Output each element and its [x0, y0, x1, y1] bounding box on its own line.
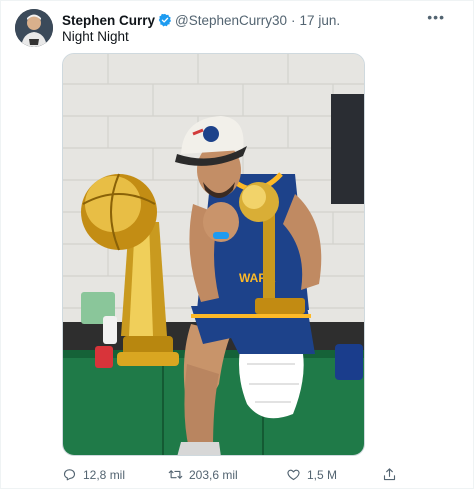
- verified-badge-icon: [158, 13, 172, 27]
- tweet-card[interactable]: Stephen Curry @StephenCurry30 · 17 jun. …: [0, 0, 474, 489]
- share-icon: [383, 468, 396, 481]
- author-name[interactable]: Stephen Curry: [62, 13, 155, 28]
- more-dots-icon[interactable]: •••: [427, 9, 445, 25]
- reply-count: 12,8 mil: [83, 467, 126, 482]
- reply-button[interactable]: 12,8 mil: [62, 467, 125, 482]
- tweet-date[interactable]: 17 jun.: [300, 13, 341, 28]
- retweet-button[interactable]: 203,6 mil: [168, 467, 238, 482]
- separator: ·: [291, 12, 296, 28]
- retweet-count: 203,6 mil: [189, 467, 238, 482]
- like-button[interactable]: 1,5 M: [286, 467, 337, 482]
- avatar[interactable]: [15, 9, 53, 47]
- heart-icon: [287, 469, 300, 481]
- retweet-icon: [168, 470, 183, 479]
- tweet-header: Stephen Curry @StephenCurry30 · 17 jun.: [62, 11, 340, 29]
- tweet-text: Night Night: [62, 29, 129, 44]
- author-handle[interactable]: @StephenCurry30: [175, 13, 287, 28]
- reply-icon: [63, 469, 76, 481]
- action-bar: 12,8 mil 203,6 mil 1,5 M: [62, 467, 407, 485]
- share-button[interactable]: [382, 467, 397, 482]
- tweet-photo[interactable]: WARR: [62, 53, 365, 456]
- like-count: 1,5 M: [307, 467, 338, 482]
